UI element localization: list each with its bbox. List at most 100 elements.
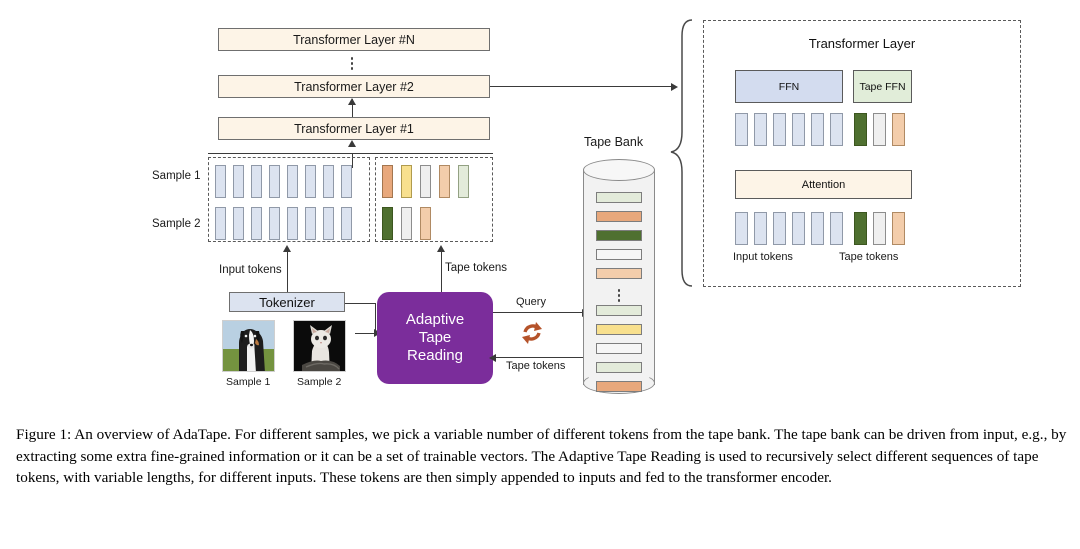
tape-tokens-label: Tape tokens [445,262,508,274]
detail-tape-tokens-label: Tape tokens [839,251,899,263]
token-tape-gray [401,207,412,240]
transformer-layer-n: Transformer Layer #N [218,28,490,51]
sample-2-row-label: Sample 2 [152,218,201,230]
token-input [251,207,262,240]
tape-ffn-box: Tape FFN [853,70,912,103]
token-tape-peach [892,113,905,146]
atr-line-1: Adaptive [405,310,465,328]
token-tape-yellow [401,165,412,198]
token-tape-dark-green [382,207,393,240]
connector-tokenizer-to-atr-h1 [345,303,376,305]
token-input [215,207,226,240]
token-input [830,212,843,245]
tape-bank-bars-top [596,192,642,279]
token-input [754,212,767,245]
token-input [233,207,244,240]
token-input [792,212,805,245]
tape-bank-title: Tape Bank [584,135,644,149]
token-tape-peach [892,212,905,245]
bank-bar-yellow [596,324,642,335]
adaptive-tape-reading-box[interactable]: Adaptive Tape Reading [377,292,493,384]
token-input [792,113,805,146]
bank-bar-gray [596,343,642,354]
token-input [287,207,298,240]
bank-bar-light-green [596,362,642,373]
detail-panel-brace [668,18,694,295]
arrowhead-tokens-to-layer1 [348,140,356,147]
bank-bar-orange [596,381,642,392]
detail-upper-input-tokens [735,113,843,146]
tape-bank-cylinder-top [583,159,655,181]
token-input [269,165,280,198]
transformer-layer-2-label: Transformer Layer #2 [294,79,414,94]
token-input [341,207,352,240]
arrowhead-tokenizer-to-inputs [283,245,291,252]
token-tape-gray [873,212,886,245]
transformer-layer-n-label: Transformer Layer #N [293,32,415,47]
tape-ffn-label: Tape FFN [859,80,906,93]
sample-2-tape-tokens [382,207,431,240]
sample-2-photo [293,320,346,372]
token-input [323,207,334,240]
token-input [287,165,298,198]
sample-2-input-tokens [215,207,352,240]
token-tape-orange [382,165,393,198]
token-input [773,212,786,245]
bank-bar-dark-green [596,230,642,241]
attention-box: Attention [735,170,912,199]
attention-label: Attention [801,178,846,191]
detail-panel-title: Transformer Layer [808,36,916,51]
token-input [341,165,352,198]
token-tape-dark-green [854,212,867,245]
token-tape-peach [420,207,431,240]
sample-1-photo [222,320,275,372]
input-tokens-label: Input tokens [219,264,282,276]
dog-photo-icon [223,321,274,371]
detail-panel [703,20,1021,287]
token-input [269,207,280,240]
ffn-box: FFN [735,70,843,103]
arrowhead-tape-return [489,354,496,362]
arrow-atr-to-tape-tokens [441,252,443,292]
token-input [305,207,316,240]
arrow-tokenizer-to-inputs [287,252,289,296]
token-tape-gray [420,165,431,198]
token-input [773,113,786,146]
token-input [811,212,824,245]
bank-bar-light-green [596,305,642,316]
atr-line-2: Tape [418,328,452,346]
recursive-refresh-icon [518,320,546,355]
token-input [251,165,262,198]
token-bus-line [208,153,493,155]
tokenizer-box[interactable]: Tokenizer [229,292,345,312]
stack-ellipsis [345,55,359,72]
token-input [735,113,748,146]
figure-diagram: Transformer Layer #N Transformer Layer #… [0,0,1080,410]
token-tape-light-green [458,165,469,198]
arrow-tape-return-line [495,357,585,359]
detail-lower-input-tokens [735,212,843,245]
bank-bar-peach [596,268,642,279]
token-input [754,113,767,146]
figure-caption: Figure 1: An overview of AdaTape. For di… [16,426,1067,487]
sample-1-row-label: Sample 1 [152,170,201,182]
sample-2-photo-caption: Sample 2 [297,376,342,388]
detail-lower-tape-tokens [854,212,905,245]
token-tape-peach [439,165,450,198]
arrowhead-atr-to-tape-tokens [437,245,445,252]
cat-photo-icon [294,321,345,371]
arrowhead-layer1-to-layer2 [348,98,356,105]
token-tape-dark-green [854,113,867,146]
atr-line-3: Reading [407,347,463,365]
token-input [811,113,824,146]
bank-bar-light-green [596,192,642,203]
sample-1-photo-caption: Sample 1 [226,376,271,388]
query-label: Query [516,296,546,308]
arrow-query-line [493,312,583,314]
token-input [233,165,244,198]
sample-1-tape-tokens [382,165,469,198]
token-input [215,165,226,198]
transformer-layer-1-label: Transformer Layer #1 [294,121,414,136]
tokenizer-label: Tokenizer [259,294,315,310]
transformer-layer-2: Transformer Layer #2 [218,75,490,98]
